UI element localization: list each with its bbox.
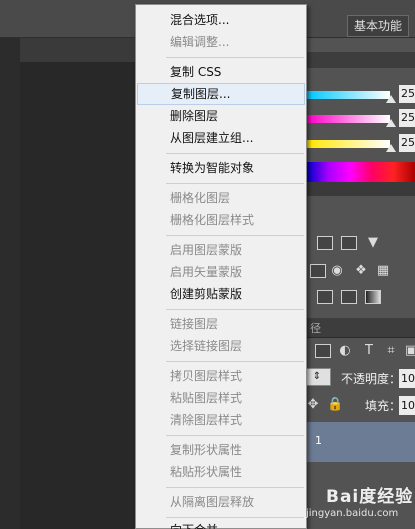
menu-item-convert-to-smart-object[interactable]: 转换为智能对象 xyxy=(137,157,305,179)
menu-separator xyxy=(166,517,304,518)
menu-item-copy-layer-style: 拷贝图层样式 xyxy=(170,369,243,383)
color-panel-header xyxy=(307,52,415,68)
layer-filter-row: ◐ T ⌗ ▣ xyxy=(307,338,415,364)
menu-item-paste-shape-attributes: 粘贴形状属性 xyxy=(170,465,243,479)
menu-item-merge-down[interactable]: 向下合并 xyxy=(137,519,305,529)
opacity-label: 不透明度： xyxy=(341,372,402,386)
menu-item-paste-layer-style: 粘贴图层样式 xyxy=(170,391,243,405)
blend-mode-dropdown[interactable]: ⇕ xyxy=(303,368,331,386)
photoshop-window: 基本功能 255 255 255 ▼ ◉ ❖ ▦ 径 ◐ T ⌗ ▣ xyxy=(0,0,415,529)
selective-color-icon[interactable] xyxy=(341,290,357,304)
canvas-area[interactable] xyxy=(0,62,135,529)
type-filter-icon[interactable]: T xyxy=(361,344,377,358)
slider-track[interactable] xyxy=(307,115,390,123)
shape-filter-icon[interactable]: ⌗ xyxy=(383,344,399,358)
menu-item-blending-options[interactable]: 混合选项... xyxy=(137,9,305,31)
menu-separator xyxy=(166,309,304,310)
menu-item-release-from-isolation: 从隔离图层释放 xyxy=(170,495,255,509)
selected-layer-row[interactable]: 1 xyxy=(307,422,415,462)
menu-item-rasterize-layer: 栅格化图层 xyxy=(170,191,231,205)
color-slider-2[interactable]: 255 xyxy=(307,109,415,135)
menu-item-copy-shape-attributes: 复制形状属性 xyxy=(170,443,243,457)
menu-separator xyxy=(166,153,304,154)
adjustment-filter-icon[interactable]: ◐ xyxy=(337,344,353,358)
fill-label: 填充： xyxy=(365,399,402,413)
layer-context-menu: 混合选项... 编辑调整... 复制 CSS 复制图层... 删除图层 从图层建… xyxy=(135,4,307,529)
menu-separator xyxy=(166,183,304,184)
menu-item-rasterize-layer-style: 栅格化图层样式 xyxy=(170,213,255,227)
lock-position-icon[interactable]: ✥ xyxy=(305,398,321,412)
menu-separator xyxy=(166,235,304,236)
menu-item-create-clipping-mask[interactable]: 创建剪贴蒙版 xyxy=(137,283,305,305)
gradient-map-icon[interactable] xyxy=(365,290,381,304)
slider-value-field[interactable]: 255 xyxy=(399,134,415,152)
slider-track[interactable] xyxy=(307,91,390,99)
tools-panel xyxy=(0,38,20,529)
watermark-url: jingyan.baidu.com xyxy=(306,508,399,519)
menu-item-link-layers: 链接图层 xyxy=(170,317,219,331)
color-lookup-grid-icon[interactable]: ▦ xyxy=(375,264,391,278)
paths-tab[interactable]: 径 xyxy=(307,318,415,338)
color-slider-1[interactable]: 255 xyxy=(307,85,415,111)
menu-separator xyxy=(166,487,304,488)
menu-separator xyxy=(166,435,304,436)
color-spectrum-bar[interactable] xyxy=(307,162,415,182)
layer-name: 1 xyxy=(315,434,322,447)
fill-row: ✥ 🔒 填充： 10 xyxy=(307,392,415,418)
menu-item-group-from-layers[interactable]: 从图层建立组... xyxy=(137,127,305,149)
smart-object-filter-icon[interactable]: ▣ xyxy=(403,344,415,358)
document-tab-strip xyxy=(0,38,135,62)
fill-field[interactable]: 10 xyxy=(399,396,415,415)
menu-item-edit-adjustment: 编辑调整... xyxy=(170,35,230,49)
color-balance-icon[interactable] xyxy=(310,264,326,278)
channel-mixer-icon[interactable]: ❖ xyxy=(353,264,369,278)
menu-item-delete-layer[interactable]: 删除图层 xyxy=(137,105,305,127)
menu-separator xyxy=(166,361,304,362)
adjustments-icon-grid: ▼ ◉ ❖ ▦ xyxy=(307,228,415,320)
slider-track[interactable] xyxy=(307,140,390,148)
menu-item-copy-css[interactable]: 复制 CSS xyxy=(137,61,305,83)
opacity-row: ⇕ 不透明度： 10 xyxy=(303,364,415,392)
baidu-jingyan-watermark: Bai度经验 jingyan.baidu.com xyxy=(298,478,415,529)
menu-item-duplicate-layer[interactable]: 复制图层... xyxy=(137,83,305,105)
watermark-logo-text: Bai度经验 xyxy=(326,487,414,507)
menu-separator xyxy=(166,57,304,58)
slider-value-field[interactable]: 255 xyxy=(399,85,415,103)
slider-thumb-icon[interactable] xyxy=(386,119,396,127)
tab-label: 径 xyxy=(310,322,321,335)
lock-all-icon[interactable]: 🔒 xyxy=(327,398,343,412)
image-filter-icon[interactable] xyxy=(315,344,331,358)
exposure-icon[interactable] xyxy=(341,236,357,250)
menu-item-enable-layer-mask: 启用图层蒙版 xyxy=(170,243,243,257)
adjustments-panel-header xyxy=(307,182,415,196)
color-slider-3[interactable]: 255 xyxy=(307,134,415,160)
camera-filter-icon[interactable]: ◉ xyxy=(329,264,345,278)
threshold-icon[interactable] xyxy=(317,290,333,304)
menu-item-clear-layer-style: 清除图层样式 xyxy=(170,413,243,427)
slider-value-field[interactable]: 255 xyxy=(399,109,415,127)
opacity-field[interactable]: 10 xyxy=(399,369,415,388)
gradient-triangle-icon[interactable]: ▼ xyxy=(365,236,381,250)
menu-item-select-linked-layers: 选择链接图层 xyxy=(170,339,243,353)
curves-icon[interactable] xyxy=(317,236,333,250)
slider-thumb-icon[interactable] xyxy=(386,95,396,103)
slider-thumb-icon[interactable] xyxy=(386,144,396,152)
menu-item-enable-vector-mask: 启用矢量蒙版 xyxy=(170,265,243,279)
workspace-switcher-button[interactable]: 基本功能 xyxy=(347,15,409,37)
